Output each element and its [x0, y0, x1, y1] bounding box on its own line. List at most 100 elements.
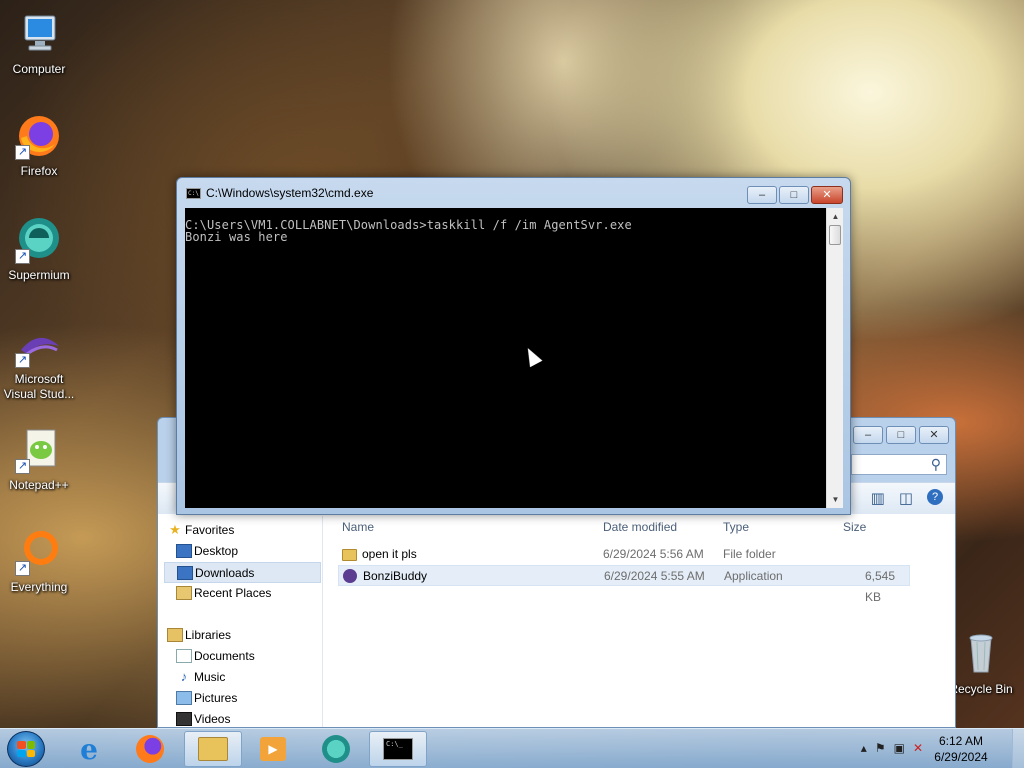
- nav-libraries[interactable]: Libraries: [164, 625, 321, 646]
- help-icon[interactable]: ?: [927, 489, 943, 505]
- file-size: 6,545 KB: [865, 569, 896, 604]
- recycle-bin-icon: [957, 630, 1005, 678]
- shortcut-arrow-icon: ↗: [15, 561, 30, 576]
- file-date: 6/29/2024 5:56 AM: [603, 547, 704, 561]
- nav-label: Favorites: [185, 523, 235, 537]
- explorer-search-input[interactable]: ⚲: [851, 454, 947, 475]
- nav-label: Documents: [194, 649, 255, 663]
- desktop-icon-label: Microsoft Visual Stud...: [3, 372, 75, 401]
- show-hidden-icons-icon[interactable]: ▴: [861, 741, 867, 755]
- cmd-minimize-button[interactable]: –: [747, 186, 777, 204]
- scroll-up-arrow-icon[interactable]: ▲: [827, 208, 844, 225]
- taskbar-supermium[interactable]: [307, 731, 365, 767]
- nav-label: Desktop: [194, 544, 239, 558]
- cmd-vertical-scrollbar[interactable]: ▲ ▼: [826, 208, 843, 508]
- navigation-pane: ★ Favorites Desktop Downloads Recent Pla…: [164, 516, 323, 727]
- desktop-icon-label: Supermium: [8, 268, 70, 282]
- scroll-thumb[interactable]: [829, 225, 841, 245]
- action-center-flag-icon[interactable]: ⚑: [875, 741, 886, 755]
- clock[interactable]: 6:12 AM 6/29/2024: [926, 733, 996, 765]
- explorer-close-button[interactable]: ✕: [919, 426, 949, 444]
- nav-music[interactable]: ♪ Music: [164, 667, 321, 688]
- shortcut-arrow-icon: ↗: [15, 459, 30, 474]
- explorer-body: ★ Favorites Desktop Downloads Recent Pla…: [158, 514, 955, 727]
- desktop-icon-label: Firefox: [20, 164, 58, 178]
- taskbar: e ▶ C:\_ ▴ ⚑ ▣ ✕ 6:12 AM 6/29/2024: [0, 728, 1024, 768]
- everything-icon: ↗: [15, 528, 63, 576]
- nav-downloads[interactable]: Downloads: [164, 562, 321, 583]
- column-header-date[interactable]: Date modified: [603, 520, 677, 534]
- cmd-titlebar[interactable]: C:\ C:\Windows\system32\cmd.exe – □ ✕: [177, 178, 850, 206]
- show-desktop-button[interactable]: [1012, 729, 1024, 768]
- file-type: Application: [724, 569, 783, 583]
- file-type: File folder: [723, 547, 776, 561]
- desktop-icon-label: Notepad++: [9, 478, 69, 492]
- explorer-maximize-button[interactable]: □: [886, 426, 916, 444]
- file-date: 6/29/2024 5:55 AM: [604, 569, 705, 583]
- nav-label: Downloads: [195, 566, 255, 580]
- desktop-icon-computer[interactable]: Computer: [1, 10, 77, 77]
- file-row-application[interactable]: BonziBuddy 6/29/2024 5:55 AM Application…: [338, 565, 910, 604]
- taskbar-cmd[interactable]: C:\_: [369, 731, 427, 767]
- nav-recent-places[interactable]: Recent Places: [164, 583, 321, 604]
- nav-videos[interactable]: Videos: [164, 709, 321, 730]
- nav-label: Videos: [194, 712, 231, 726]
- cmd-window[interactable]: C:\ C:\Windows\system32\cmd.exe – □ ✕ C:…: [176, 177, 851, 515]
- taskbar-explorer[interactable]: [184, 731, 242, 767]
- desktop-folder-icon: [176, 544, 192, 558]
- nav-label: Music: [194, 670, 226, 684]
- cmd-icon: C:\: [186, 188, 201, 199]
- music-icon: ♪: [180, 669, 188, 684]
- desktop-icon-supermium[interactable]: ↗ Supermium: [1, 216, 77, 283]
- start-button[interactable]: [7, 731, 45, 767]
- file-name: BonziBuddy: [363, 569, 428, 583]
- media-player-icon: ▶: [260, 737, 286, 761]
- taskbar-internet-explorer[interactable]: e: [60, 731, 118, 767]
- libraries-icon: [167, 628, 183, 642]
- nav-label: Pictures: [194, 691, 238, 705]
- firefox-icon: ↗: [15, 112, 63, 160]
- network-icon[interactable]: ▣: [894, 741, 905, 755]
- taskbar-firefox[interactable]: [121, 731, 179, 767]
- star-icon: ★: [169, 522, 181, 537]
- cmd-close-button[interactable]: ✕: [811, 186, 843, 204]
- file-row-folder[interactable]: open it pls 6/29/2024 5:56 AM File folde…: [338, 544, 910, 565]
- folder-icon: [198, 737, 228, 761]
- file-list-pane: Name Date modified Type Size open it pls…: [334, 514, 955, 727]
- nav-favorites[interactable]: ★ Favorites: [164, 520, 321, 541]
- volume-muted-icon[interactable]: ✕: [913, 741, 923, 755]
- visual-studio-icon: ↗: [15, 332, 63, 368]
- videos-icon: [176, 712, 192, 726]
- nav-pictures[interactable]: Pictures: [164, 688, 321, 709]
- desktop-icon-visual-studio[interactable]: ↗ Microsoft Visual Stud...: [1, 332, 77, 402]
- internet-explorer-icon: e: [80, 732, 98, 766]
- column-header-name[interactable]: Name: [342, 520, 374, 534]
- column-header-size[interactable]: Size: [843, 520, 866, 534]
- clock-time: 6:12 AM: [938, 734, 984, 748]
- nav-desktop[interactable]: Desktop: [164, 541, 321, 562]
- system-tray: ▴ ⚑ ▣ ✕ 6:12 AM 6/29/2024: [818, 729, 1024, 768]
- preview-pane-icon[interactable]: ◫: [899, 489, 913, 507]
- shortcut-arrow-icon: ↗: [15, 249, 30, 264]
- nav-documents[interactable]: Documents: [164, 646, 321, 667]
- nav-label: Recent Places: [194, 586, 272, 600]
- console-output[interactable]: C:\Users\VM1.COLLABNET\Downloads>taskkil…: [185, 208, 826, 508]
- cmd-title: C:\Windows\system32\cmd.exe: [206, 186, 374, 200]
- console-line: Bonzi was here: [185, 230, 288, 244]
- desktop-icon-notepadpp[interactable]: ↗ Notepad++: [1, 426, 77, 493]
- view-options-icon[interactable]: ▥: [871, 489, 885, 507]
- explorer-minimize-button[interactable]: –: [853, 426, 883, 444]
- supermium-icon: [322, 735, 350, 763]
- cmd-caption-buttons: – □ ✕: [747, 186, 843, 204]
- search-icon: ⚲: [930, 456, 941, 472]
- folder-icon: [342, 549, 357, 561]
- desktop-icon-everything[interactable]: ↗ Everything: [1, 528, 77, 595]
- desktop-icon-firefox[interactable]: ↗ Firefox: [1, 112, 77, 179]
- cmd-maximize-button[interactable]: □: [779, 186, 809, 204]
- taskbar-media-player[interactable]: ▶: [244, 731, 302, 767]
- scroll-down-arrow-icon[interactable]: ▼: [827, 491, 844, 508]
- computer-icon: [15, 10, 63, 58]
- shortcut-arrow-icon: ↗: [15, 145, 30, 160]
- downloads-folder-icon: [177, 566, 193, 580]
- column-header-type[interactable]: Type: [723, 520, 749, 534]
